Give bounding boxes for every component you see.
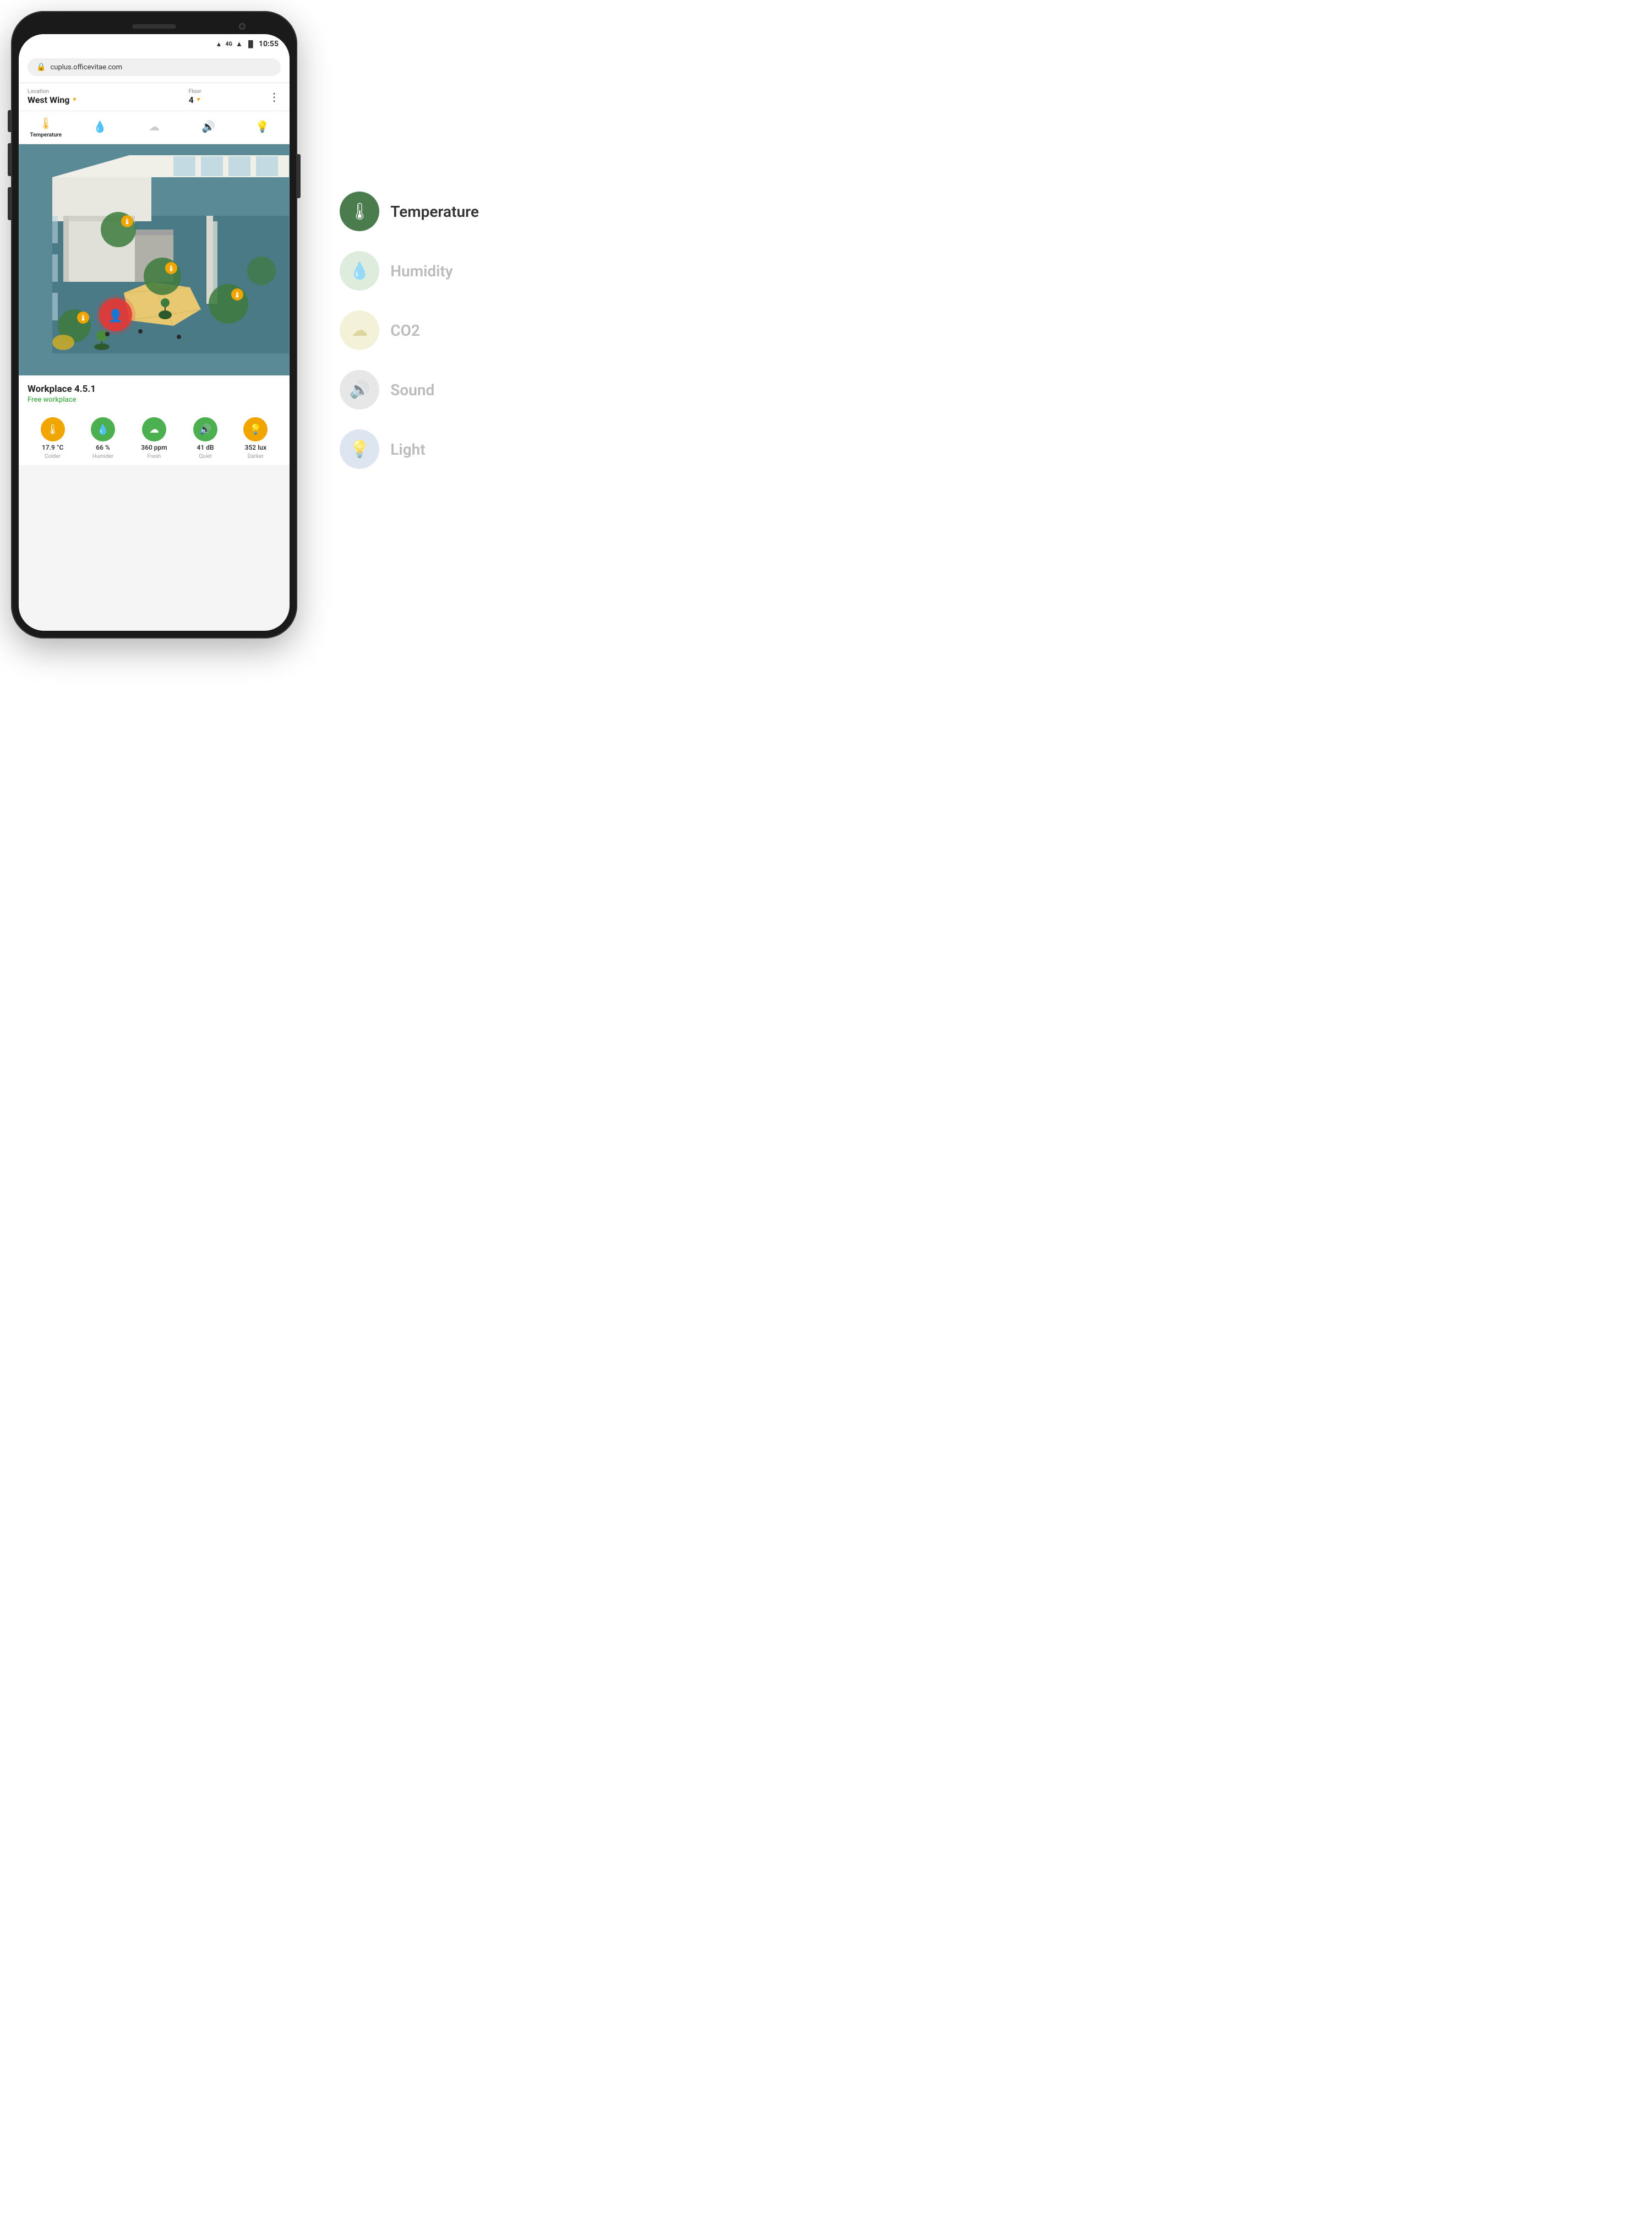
sound-desc: Quiet bbox=[199, 454, 211, 460]
sensor-readings-bar: 🌡 17.9 °C Colder 💧 66 % Humider bbox=[28, 412, 281, 460]
co2-desc: Fresh bbox=[148, 454, 161, 460]
floor-value: 4 ▼ bbox=[189, 95, 201, 105]
humidity-desc: Humider bbox=[92, 454, 113, 460]
more-options-button[interactable]: ⋮ bbox=[269, 90, 281, 103]
tab-humidity[interactable]: 💧 bbox=[73, 120, 127, 135]
location-selector[interactable]: Location West Wing ▼ bbox=[28, 89, 77, 105]
location-label: Location bbox=[28, 89, 77, 95]
signal-bars-icon: ▲ bbox=[236, 40, 243, 48]
legend-co2-icon: ☁ bbox=[340, 310, 379, 350]
front-camera bbox=[239, 23, 246, 30]
power-button bbox=[297, 154, 301, 198]
light-value: 352 lux bbox=[245, 444, 266, 451]
temperature-reading-icon: 🌡 bbox=[41, 417, 65, 441]
tab-temperature[interactable]: 🌡 Temperature bbox=[19, 117, 73, 138]
browser-header: 🔒 cuplus.officevitae.com bbox=[19, 54, 290, 83]
floor-selector[interactable]: Floor 4 ▼ bbox=[189, 89, 201, 105]
legend-humidity-label: Humidity bbox=[390, 262, 452, 280]
co2-value: 360 ppm bbox=[141, 444, 167, 451]
floor-plan-svg: 🌡 🌡 🌡 🌡 bbox=[19, 144, 290, 375]
reading-co2: ☁ 360 ppm Fresh bbox=[141, 417, 167, 460]
legend-sound-label: Sound bbox=[390, 381, 434, 399]
tab-sound[interactable]: 🔊 bbox=[181, 120, 235, 135]
legend-sound[interactable]: 🔊 Sound bbox=[340, 370, 479, 410]
svg-text:🌡: 🌡 bbox=[124, 218, 131, 225]
svg-text:🌡: 🌡 bbox=[80, 314, 87, 321]
legend-co2-label: CO2 bbox=[390, 321, 420, 340]
light-reading-icon: 💡 bbox=[243, 417, 268, 441]
legend-temperature[interactable]: 🌡 Temperature bbox=[340, 192, 479, 231]
location-dropdown-icon: ▼ bbox=[72, 97, 77, 103]
sound-reading-icon: 🔊 bbox=[193, 417, 217, 441]
workplace-name: Workplace 4.5.1 bbox=[28, 384, 281, 395]
sound-tab-icon: 🔊 bbox=[201, 120, 215, 133]
phone-body: ▲ 4G ▲ ▐▌ 10:55 🔒 cuplus.officevitae.com… bbox=[11, 11, 297, 638]
url-text: cuplus.officevitae.com bbox=[50, 63, 122, 72]
temperature-value: 17.9 °C bbox=[42, 444, 63, 451]
legend-co2[interactable]: ☁ CO2 bbox=[340, 310, 479, 350]
legend-sound-icon: 🔊 bbox=[340, 370, 379, 410]
legend-humidity-icon: 💧 bbox=[340, 251, 379, 291]
co2-tab-icon: ☁ bbox=[149, 120, 160, 133]
legend-humidity[interactable]: 💧 Humidity bbox=[340, 251, 479, 291]
volume-mute-button bbox=[8, 110, 11, 132]
temperature-tab-label: Temperature bbox=[30, 132, 62, 138]
speaker-grill bbox=[132, 24, 176, 29]
phone-container: ▲ 4G ▲ ▐▌ 10:55 🔒 cuplus.officevitae.com… bbox=[11, 11, 297, 638]
sensor-legend: 🌡 Temperature 💧 Humidity ☁ CO2 🔊 Sound 💡… bbox=[340, 192, 479, 469]
battery-icon: ▐▌ bbox=[246, 40, 255, 48]
workplace-info-panel: Workplace 4.5.1 Free workplace 🌡 17.9 °C… bbox=[19, 375, 290, 465]
temperature-desc: Colder bbox=[45, 454, 61, 460]
reading-light: 💡 352 lux Darker bbox=[243, 417, 268, 460]
workplace-status: Free workplace bbox=[28, 396, 281, 404]
location-value: West Wing ▼ bbox=[28, 95, 77, 105]
legend-light-icon: 💡 bbox=[340, 429, 379, 469]
light-desc: Darker bbox=[248, 454, 264, 460]
phone-screen: ▲ 4G ▲ ▐▌ 10:55 🔒 cuplus.officevitae.com… bbox=[19, 34, 290, 631]
humidity-value: 66 % bbox=[96, 444, 110, 451]
wifi-icon: ▲ bbox=[216, 40, 222, 48]
legend-temperature-label: Temperature bbox=[390, 203, 479, 221]
status-bar: ▲ 4G ▲ ▐▌ 10:55 bbox=[19, 34, 290, 54]
temperature-tab-icon: 🌡 bbox=[39, 117, 53, 130]
svg-text:🌡: 🌡 bbox=[234, 291, 241, 298]
sound-value: 41 dB bbox=[197, 444, 214, 451]
light-tab-icon: 💡 bbox=[255, 120, 269, 133]
floor-dropdown-icon: ▼ bbox=[196, 97, 201, 103]
url-bar[interactable]: 🔒 cuplus.officevitae.com bbox=[28, 58, 281, 76]
legend-light[interactable]: 💡 Light bbox=[340, 429, 479, 469]
co2-reading-icon: ☁ bbox=[142, 417, 166, 441]
tab-light[interactable]: 💡 bbox=[236, 120, 290, 135]
network-type: 4G bbox=[225, 41, 232, 47]
security-lock-icon: 🔒 bbox=[36, 63, 46, 72]
floor-plan-view[interactable]: 🌡 🌡 🌡 🌡 bbox=[19, 144, 290, 375]
tab-co2[interactable]: ☁ bbox=[127, 120, 181, 135]
location-bar: Location West Wing ▼ Floor 4 ▼ ⋮ bbox=[19, 83, 290, 111]
humidity-tab-icon: 💧 bbox=[93, 120, 107, 133]
phone-top bbox=[19, 19, 290, 34]
reading-temperature: 🌡 17.9 °C Colder bbox=[41, 417, 65, 460]
clock: 10:55 bbox=[259, 40, 279, 48]
legend-temperature-icon: 🌡 bbox=[340, 192, 379, 231]
svg-text:👤: 👤 bbox=[108, 309, 123, 323]
reading-humidity: 💧 66 % Humider bbox=[91, 417, 115, 460]
svg-text:🌡: 🌡 bbox=[168, 265, 175, 272]
humidity-reading-icon: 💧 bbox=[91, 417, 115, 441]
reading-sound: 🔊 41 dB Quiet bbox=[193, 417, 217, 460]
legend-light-label: Light bbox=[390, 440, 425, 459]
volume-up-button bbox=[8, 143, 11, 176]
floor-label: Floor bbox=[189, 89, 201, 95]
volume-down-button bbox=[8, 187, 11, 220]
sensor-tab-bar: 🌡 Temperature 💧 ☁ 🔊 💡 bbox=[19, 111, 290, 144]
